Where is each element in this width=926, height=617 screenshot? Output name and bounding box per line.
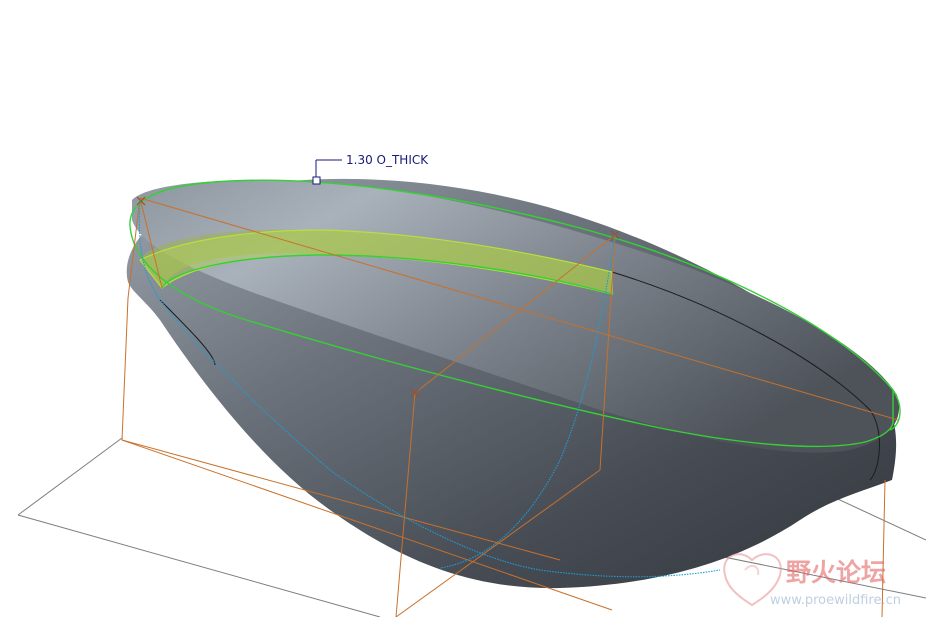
dimension-handle[interactable] (312, 176, 321, 185)
watermark-url: www.proewildfire.cn (770, 593, 901, 608)
dimension-label[interactable]: 1.30 O_THICK (346, 153, 429, 167)
watermark-title: 野火论坛 (786, 558, 886, 587)
model-canvas[interactable]: 1.30 O_THICK 野火论坛 www.proewildfire.cn (0, 0, 926, 617)
model-viewport[interactable]: 1.30 O_THICK 野火论坛 www.proewildfire.cn (0, 0, 926, 617)
